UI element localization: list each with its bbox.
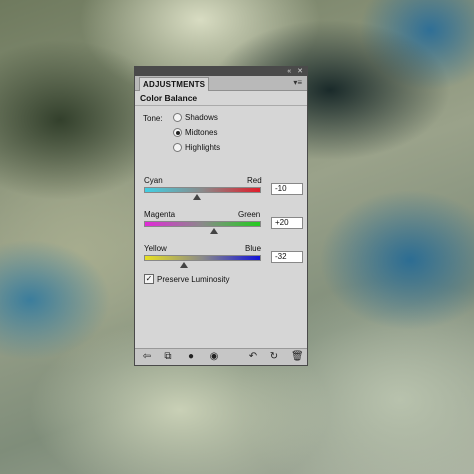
tab-adjustments[interactable]: ADJUSTMENTS (139, 77, 210, 91)
adjustments-panel: « ✕ ADJUSTMENTS ▾≡ Color Balance Tone: S… (134, 66, 308, 366)
yellow-blue-value-field[interactable]: -32 (271, 251, 303, 263)
radio-button-selected[interactable] (173, 128, 182, 137)
radio-button[interactable] (173, 113, 182, 122)
reset-icon[interactable]: ↻ (268, 351, 280, 363)
checkbox-box[interactable]: ✓ (144, 274, 154, 284)
close-icon[interactable]: ✕ (297, 67, 303, 76)
panel-title: Color Balance (135, 91, 307, 106)
cyan-red-slider-track[interactable] (144, 187, 261, 193)
magenta-green-value-field[interactable]: +20 (271, 217, 303, 229)
delete-icon[interactable]: 🗑 (291, 351, 304, 363)
slider-label-red: Red (247, 176, 262, 185)
tone-label: Tone: (143, 114, 163, 123)
return-icon[interactable]: ⇦ (141, 351, 153, 363)
slider-label-blue: Blue (245, 244, 262, 253)
radio-button[interactable] (173, 143, 182, 152)
panel-bottom-toolbar: ⇦ ⧉ ● ◉ ↶ ↻ 🗑 (135, 348, 307, 365)
radio-midtones[interactable]: Midtones (173, 128, 217, 137)
previous-state-icon[interactable]: ↶ (247, 351, 259, 363)
slider-label-yellow: Yellow (144, 244, 167, 253)
visibility-icon[interactable]: ● (185, 351, 197, 363)
panel-topbar: « ✕ (135, 67, 307, 76)
yellow-blue-slider-thumb[interactable] (179, 262, 188, 268)
cyan-red-slider-thumb[interactable] (192, 194, 201, 200)
slider-label-green: Green (238, 210, 261, 219)
radio-highlights[interactable]: Highlights (173, 143, 220, 152)
radio-label: Highlights (185, 143, 221, 152)
tab-row: ADJUSTMENTS ▾≡ (135, 76, 307, 91)
preserve-luminosity-checkbox[interactable]: ✓ Preserve Luminosity (144, 274, 229, 284)
slider-label-cyan: Cyan (144, 176, 163, 185)
radio-shadows[interactable]: Shadows (173, 113, 218, 122)
color-balance-controls: Tone: Shadows Midtones Highlights Cyan R… (135, 106, 307, 340)
radio-label: Shadows (185, 113, 218, 122)
magenta-green-slider-thumb[interactable] (210, 228, 219, 234)
cyan-red-value-field[interactable]: -10 (271, 183, 303, 195)
checkbox-label: Preserve Luminosity (157, 274, 230, 284)
radio-label: Midtones (185, 128, 218, 137)
yellow-blue-slider-track[interactable] (144, 255, 261, 261)
eye-icon[interactable]: ◉ (208, 351, 220, 363)
panel-menu-icon[interactable]: ▾≡ (293, 78, 302, 87)
collapse-icon[interactable]: « (287, 67, 291, 76)
clip-icon[interactable]: ⧉ (162, 351, 174, 363)
slider-label-magenta: Magenta (144, 210, 176, 219)
magenta-green-slider-track[interactable] (144, 221, 261, 227)
